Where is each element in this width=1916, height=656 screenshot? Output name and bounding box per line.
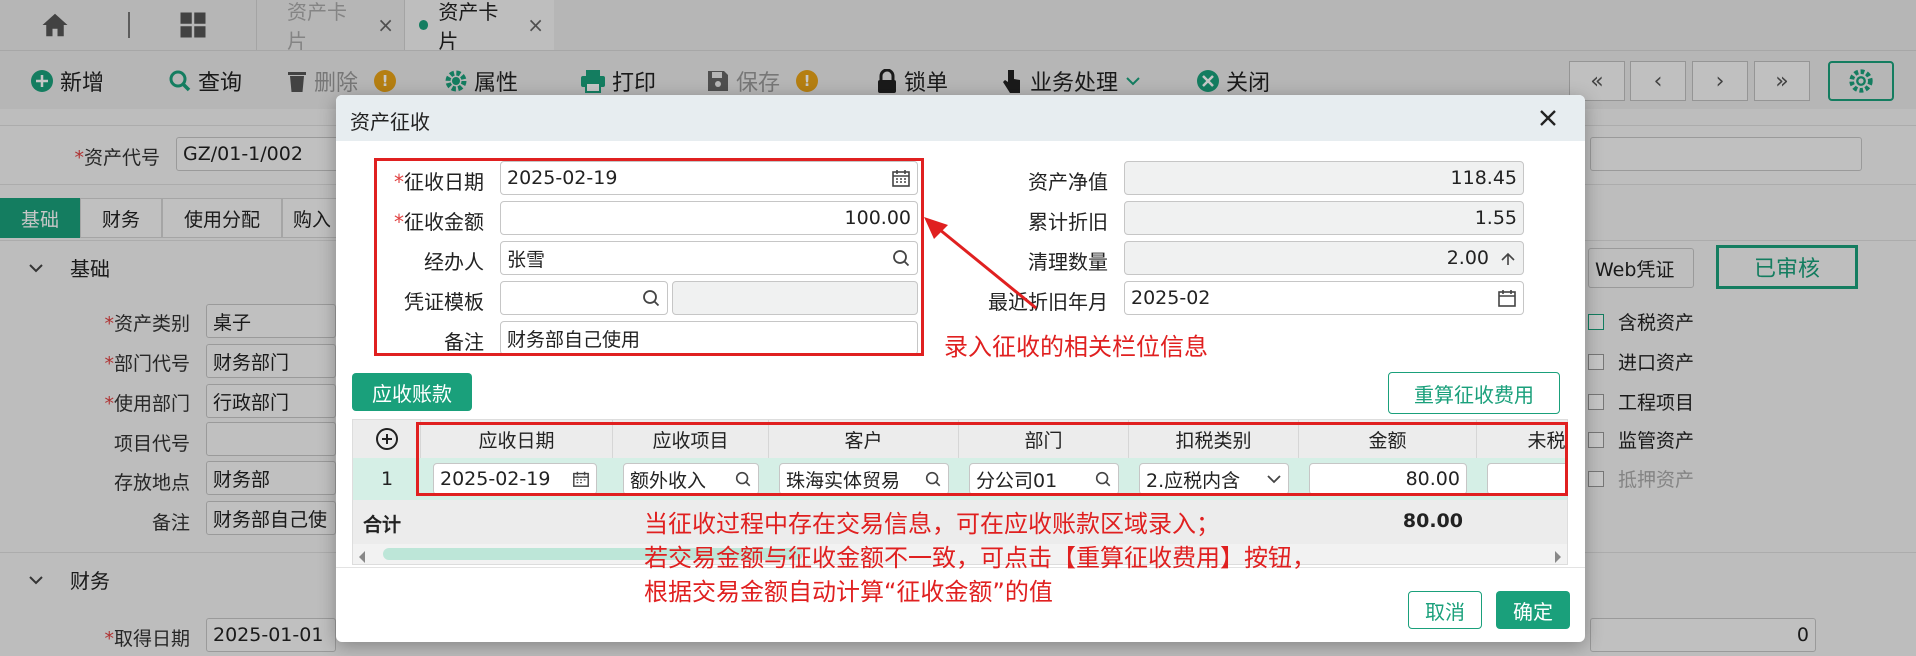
clear-quantity-input[interactable]: 2.00 <box>1124 241 1524 275</box>
accounts-receivable-button[interactable]: 应收账款 <box>352 373 472 411</box>
annotation-box-fields <box>374 158 924 356</box>
net-value-label: 资产净值 <box>1028 170 1108 194</box>
accumulated-depreciation-input: 1.55 <box>1124 201 1524 235</box>
annotation-grid-note-2: 若交易金额与征收金额不一致，可点击【重算征收费用】按钮， <box>644 544 1316 572</box>
recalculate-fee-button[interactable]: 重算征收费用 <box>1388 372 1560 414</box>
scroll-left-icon[interactable] <box>357 547 367 564</box>
annotation-grid-note-1: 当征收过程中存在交易信息，可在应收账款区域录入； <box>644 510 1220 538</box>
calendar-icon[interactable] <box>1497 288 1517 308</box>
row-index: 1 <box>353 458 421 500</box>
annotation-grid-note-3: 根据交易金额自动计算“征收金额”的值 <box>644 578 1053 606</box>
last-depreciation-month-value: 2025-02 <box>1131 287 1211 309</box>
asset-collection-dialog: 资产征收 *征收日期 2025-02-19 *征收金额 100.00 经办人 张… <box>336 95 1585 642</box>
dialog-header: 资产征收 <box>336 95 1585 141</box>
chevron-up-icon[interactable] <box>1499 249 1517 267</box>
scroll-right-icon[interactable] <box>1553 547 1563 564</box>
ok-button[interactable]: 确定 <box>1496 591 1570 629</box>
dialog-title: 资产征收 <box>350 110 430 134</box>
total-amount: 80.00 <box>1402 510 1463 532</box>
last-depreciation-month-input[interactable]: 2025-02 <box>1124 281 1524 315</box>
net-value-input: 118.45 <box>1124 161 1524 195</box>
annotation-top-note: 录入征收的相关栏位信息 <box>944 333 1208 361</box>
annotation-arrow <box>924 217 1037 310</box>
close-icon[interactable] <box>1534 104 1562 132</box>
add-row-icon[interactable] <box>353 420 421 458</box>
total-label: 合计 <box>363 514 402 536</box>
cancel-button[interactable]: 取消 <box>1408 591 1482 629</box>
clear-quantity-value: 2.00 <box>1446 247 1489 269</box>
annotation-box-grid <box>416 422 1568 496</box>
